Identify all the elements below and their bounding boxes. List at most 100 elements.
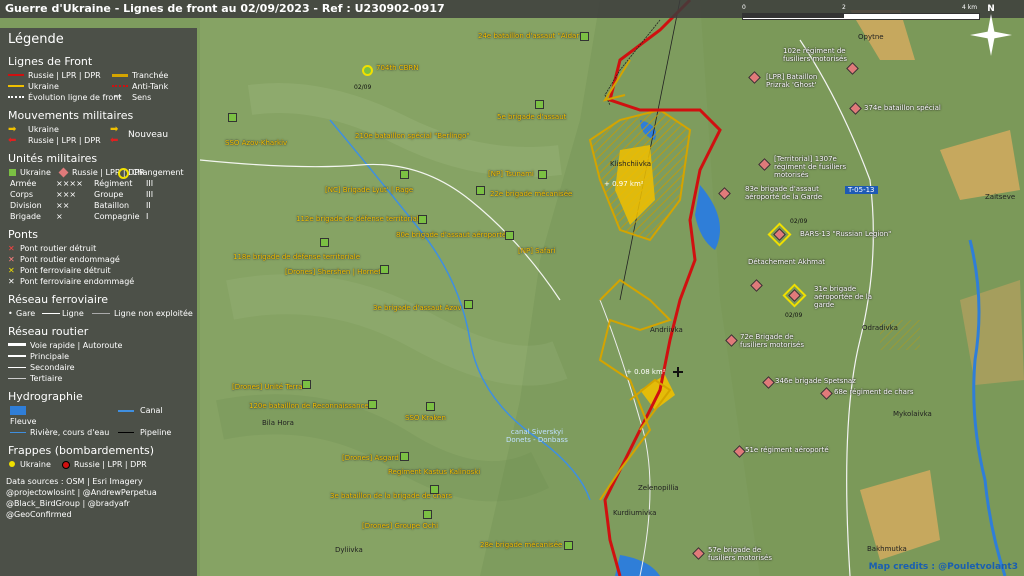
size-symbol: III: [146, 190, 154, 199]
size-label: Compagnie: [94, 212, 140, 221]
scale-tick: 2: [842, 4, 846, 11]
ua-unit-icon: [400, 452, 409, 461]
new-label: Nouveau: [128, 130, 169, 140]
ua-unit-label: [NP] Tsunami: [488, 170, 534, 178]
ua-unit-label: [Drones] Shershen | Hornet: [285, 268, 381, 276]
ua-unit-icon: [538, 170, 547, 179]
bridge-rail-damaged-icon: ✕: [8, 277, 15, 286]
bridge-road-damaged-icon: ✕: [8, 255, 15, 264]
size-symbol: ××××: [56, 179, 83, 188]
size-label: Armée: [10, 179, 37, 188]
road-tag: T-05-13: [845, 186, 878, 194]
ua-unit-label: 118e brigade de défense territoriale: [233, 253, 360, 261]
rail-line-label: Ligne: [62, 309, 84, 318]
evolution-label: Évolution ligne de front: [28, 93, 122, 102]
hydro-heading: Hydrographie: [8, 390, 83, 403]
road-swatch: [8, 355, 26, 357]
ua-unit-icon: [400, 170, 409, 179]
ua-unit-label: [Drones] Asgard: [342, 454, 399, 462]
fleuve-swatch: [10, 406, 26, 415]
ua-unit-label: 5e brigade d'assaut: [497, 113, 567, 121]
ua-unit-label: [Drones] Unité Terra: [232, 383, 303, 391]
strike-russia-label: Russie | LPR | DPR: [74, 460, 147, 469]
ua-unit-icon: [418, 215, 427, 224]
place-label: Zelenopillia: [638, 484, 679, 492]
road-label: Voie rapide | Autoroute: [30, 341, 123, 350]
ukraine-line-swatch: [8, 85, 24, 87]
place-label: Odradivka: [862, 324, 898, 332]
place-label: Dyliivka: [335, 546, 363, 554]
map-credit: Map credits : @Pouletvolant3: [868, 562, 1018, 572]
size-label: Brigade: [10, 212, 41, 221]
ru-unit-label: [LPR] Bataillon Prizrak 'Ghost': [766, 73, 818, 89]
bridges-heading: Ponts: [8, 228, 38, 241]
ua-unit-label: 28e brigade mécanisée: [480, 541, 563, 549]
place-label: Kurdiumivka: [613, 509, 657, 517]
ru-unit-label: 68e régiment de chars: [834, 388, 914, 396]
date-label: 02/09: [354, 84, 372, 91]
river-label: Rivière, cours d'eau: [30, 428, 110, 437]
move-ukraine-label: Ukraine: [28, 125, 59, 134]
new-move-arrow-icon: ➡: [110, 124, 119, 135]
rail-line-swatch: [42, 313, 60, 314]
front-ukraine-label: Ukraine: [28, 82, 59, 91]
size-symbol: ××: [56, 201, 70, 210]
strikes-heading: Frappes (bombardements): [8, 444, 155, 457]
ua-unit-icon: [430, 485, 439, 494]
road-swatch: [8, 343, 26, 346]
ua-unit-icon: [564, 541, 573, 550]
ua-unit-icon: [320, 238, 329, 247]
unit-ukraine-label: Ukraine: [20, 168, 51, 177]
date-label: 02/09: [785, 312, 803, 319]
change-label: Changement: [132, 168, 184, 177]
size-label: Régiment: [94, 179, 133, 188]
ua-unit-label: 22e brigade mécanisée: [490, 190, 573, 198]
fleuve-label: Fleuve: [10, 417, 37, 426]
ru-unit-label: 374e bataillon spécial: [864, 104, 941, 112]
area-gain-label: + 0.08 km²: [626, 368, 666, 376]
sources: Data sources : OSM | Esri Imagery @proje…: [6, 476, 191, 520]
size-label: Bataillon: [94, 201, 130, 210]
source-line: @projectowlosint | @AndrewPerpetua: [6, 488, 157, 497]
ru-unit-label: 346e brigade Spetsnaz: [775, 377, 856, 385]
ua-unit-icon: [362, 65, 373, 76]
size-symbol: II: [146, 201, 151, 210]
moves-heading: Mouvements militaires: [8, 109, 134, 122]
ua-unit-label: SSO Kraken: [405, 414, 446, 422]
place-label: Klishchiivka: [610, 160, 652, 168]
ua-unit-icon: [505, 231, 514, 240]
bridge-label: Pont routier détruit: [20, 244, 97, 253]
ua-unit-icon: [464, 300, 473, 309]
ua-unit-icon: [368, 400, 377, 409]
rail-unused-label: Ligne non exploitée: [114, 309, 193, 318]
ru-unit-label: 51e régiment aéroporté: [745, 446, 829, 454]
ru-unit-label: [Territorial] 1307e régiment de fusilier…: [774, 155, 847, 179]
source-line: @Black_BirdGroup | @bradyafr: [6, 499, 130, 508]
canal-label: canal Siverskyi Donets - Donbass: [506, 428, 568, 444]
legend-panel: Légende Lignes de Front Russie | LPR | D…: [0, 28, 197, 576]
move-russia-label: Russie | LPR | DPR: [28, 136, 101, 145]
strike-ukraine-label: Ukraine: [20, 460, 51, 469]
size-symbol: I: [146, 212, 149, 221]
ua-unit-label: 24e bataillon d'assaut "Aidar": [478, 32, 583, 40]
new-move-ru-arrow-icon: ⬅: [110, 135, 119, 146]
bridge-label: Pont ferroviaire endommagé: [20, 277, 135, 286]
front-russia-label: Russie | LPR | DPR: [28, 71, 101, 80]
pipeline-swatch: [118, 432, 134, 433]
compass-rose-icon: [970, 14, 1012, 56]
area-gain-label: + 0.97 km²: [604, 180, 644, 188]
ua-unit-icon: [228, 113, 237, 122]
date-label: 02/09: [790, 218, 808, 225]
legend-title: Légende: [8, 32, 64, 47]
ru-unit-label: 72e Brigade de fusiliers motorisés: [740, 333, 804, 349]
ua-unit-icon: [380, 265, 389, 274]
ru-strike-icon: [62, 461, 70, 469]
ru-unit-label: 31e brigade aéroportée de la garde: [814, 285, 872, 309]
ua-unit-label: 3e brigade d'assaut Azov: [373, 304, 462, 312]
arrow-icon: ⇨: [114, 92, 122, 102]
north-arrow: N: [968, 4, 1014, 60]
pipeline-label: Pipeline: [140, 428, 172, 437]
size-label: Division: [10, 201, 42, 210]
ua-unit-label: 120e bataillon de Reconnaissance: [249, 402, 369, 410]
bridge-label: Pont routier endommagé: [20, 255, 120, 264]
